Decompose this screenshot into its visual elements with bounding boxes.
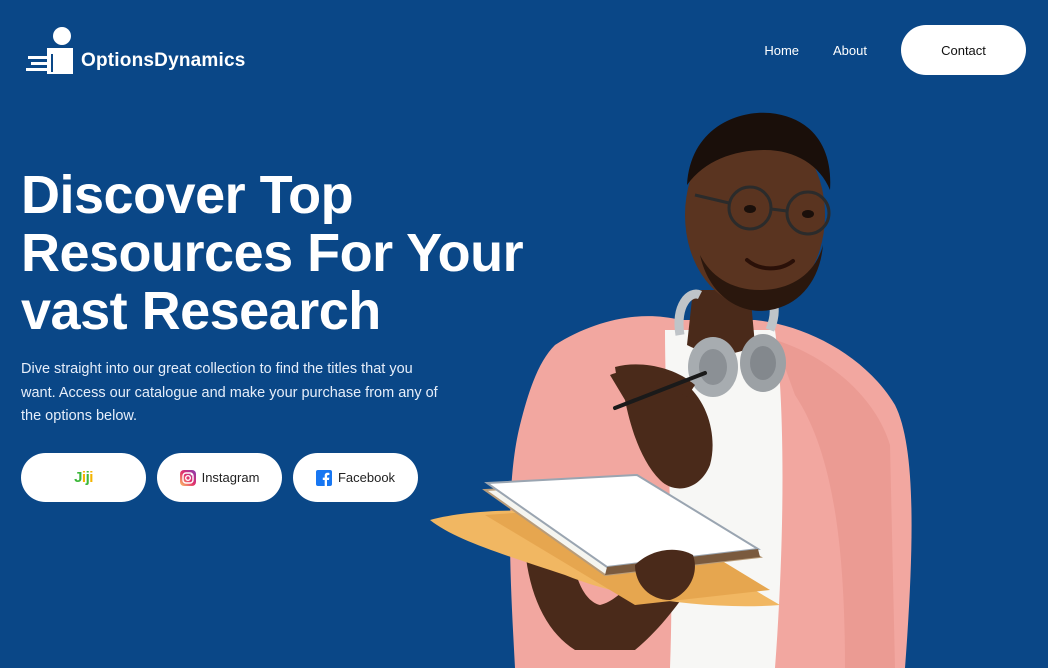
nav-home-link[interactable]: Home [764,43,799,58]
headline-line-3: vast Research [21,281,381,341]
top-nav: Home About Contact [764,25,1026,75]
facebook-button[interactable]: Facebook [293,453,418,502]
instagram-button[interactable]: Instagram [157,453,282,502]
jiji-button[interactable]: Jiji [21,453,146,502]
hero-student-image [425,105,945,668]
nav-about-link[interactable]: About [833,43,867,58]
reader-on-books-icon [25,26,75,76]
contact-button[interactable]: Contact [901,25,1026,75]
store-buttons: Jiji Instagram Facebook [21,453,429,502]
hero-description: Dive straight into our great collection … [21,361,438,424]
brand-name: OptionsDynamics [81,50,246,71]
headline-line-1: Discover Top [21,165,354,225]
instagram-label: Instagram [201,470,260,485]
instagram-icon [179,469,196,486]
facebook-icon [315,469,332,486]
jiji-logo: Jiji [74,469,93,486]
brand-logo[interactable]: OptionsDynamics [25,26,246,76]
facebook-label: Facebook [337,470,396,485]
